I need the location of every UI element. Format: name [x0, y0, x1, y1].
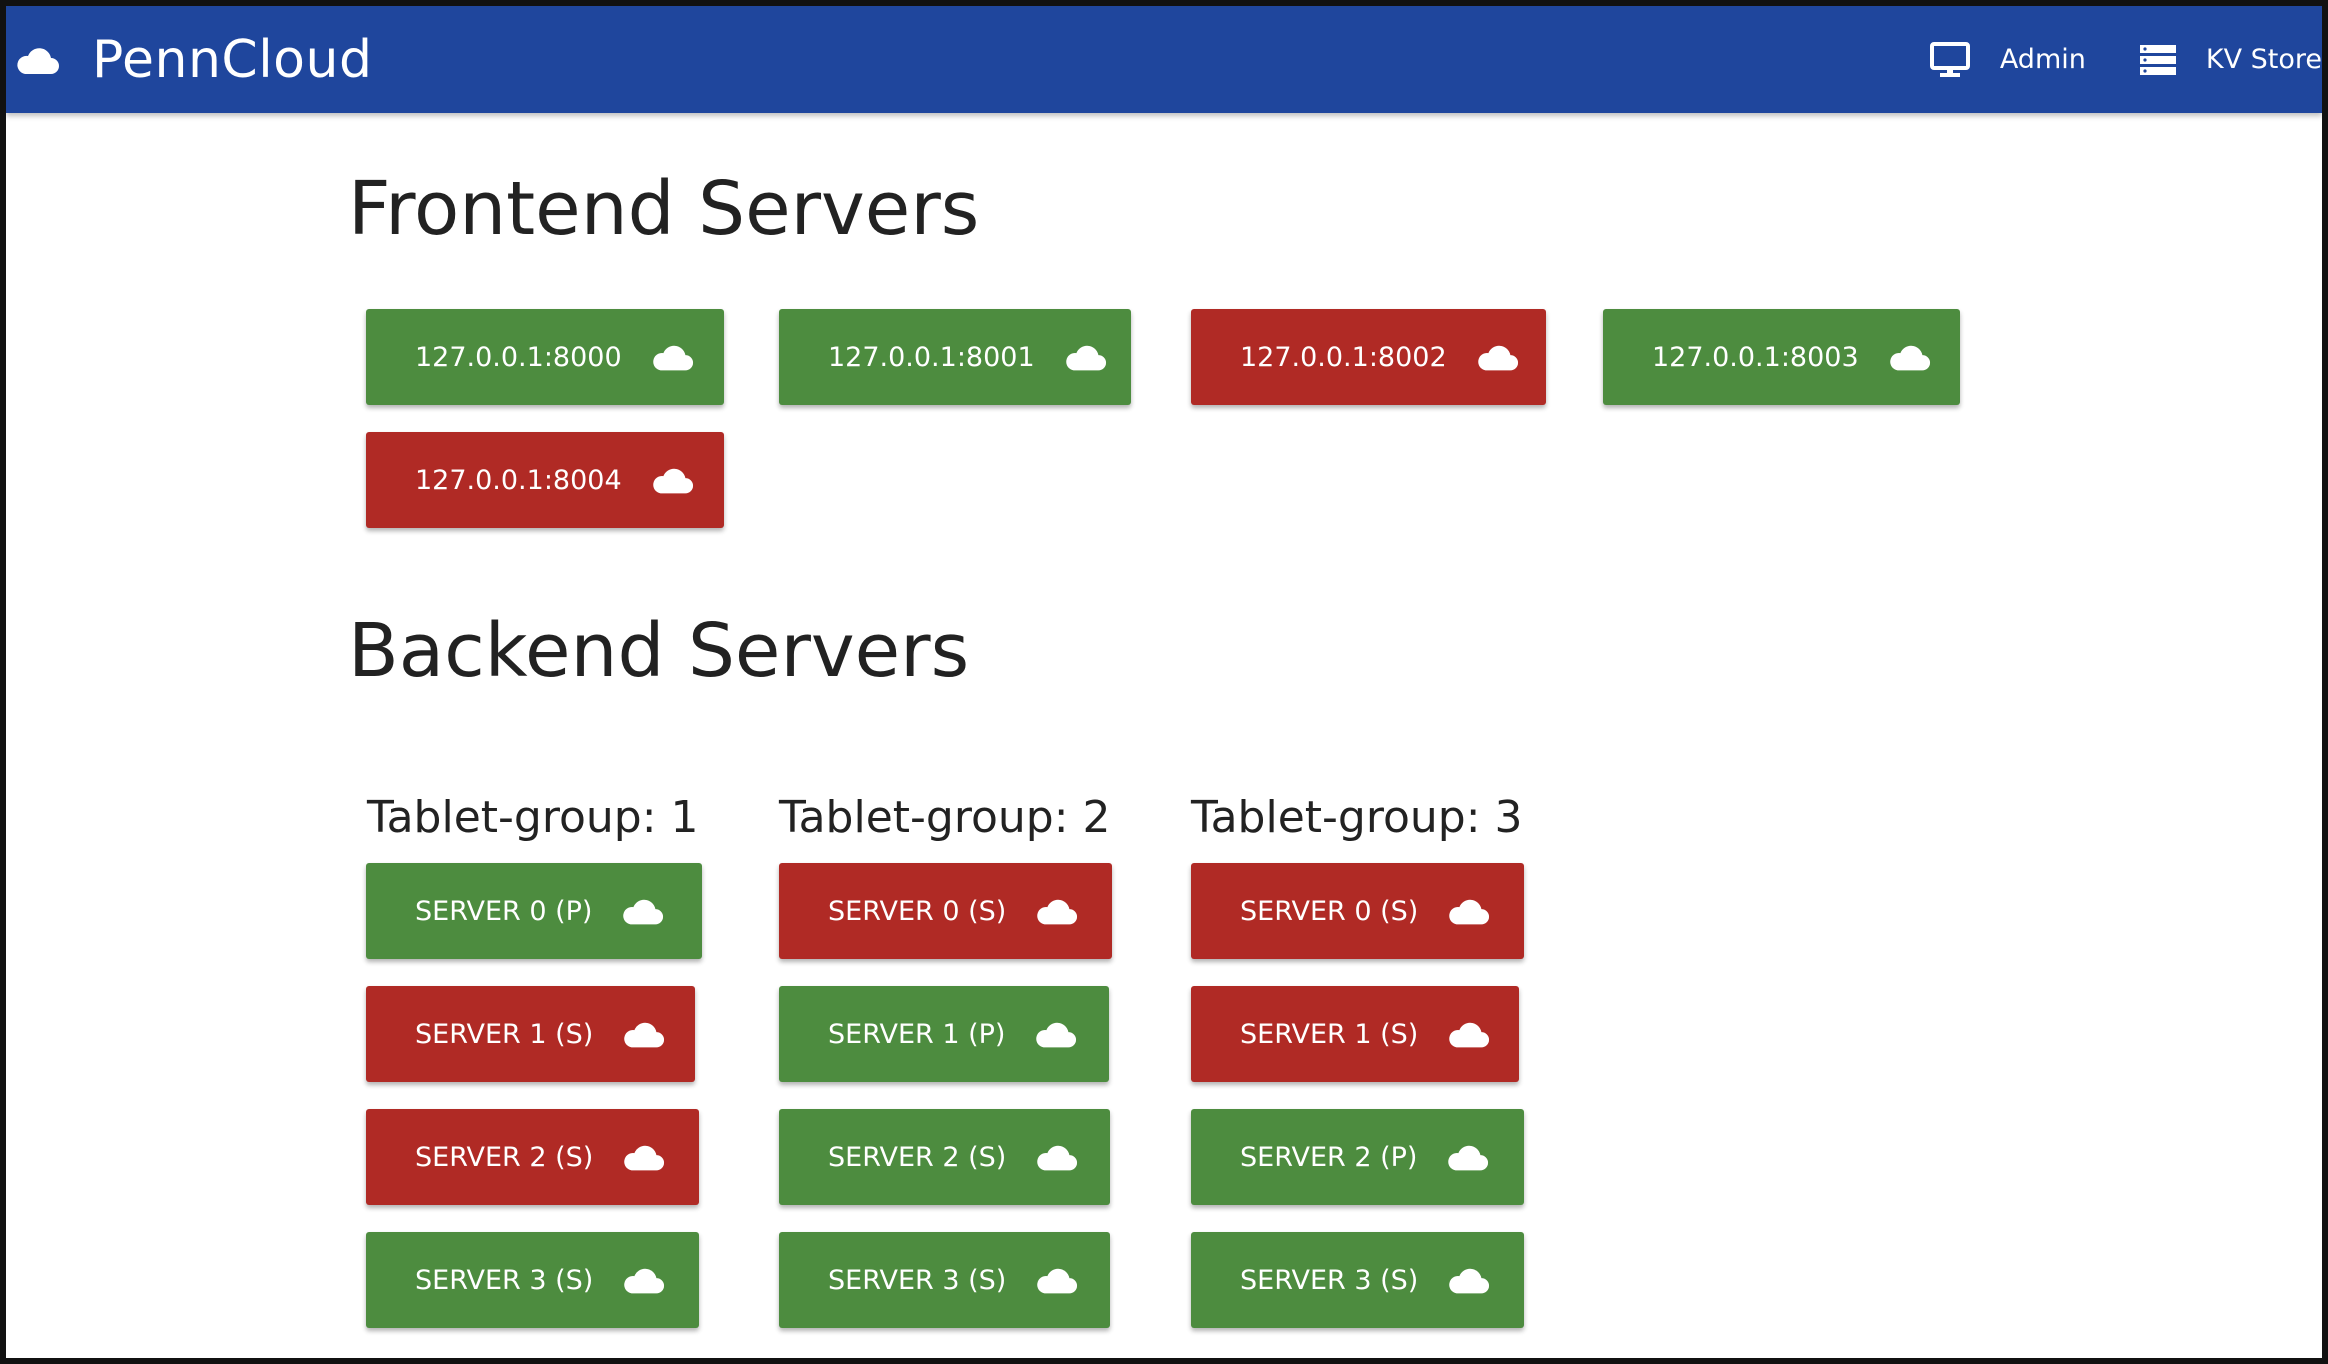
- cloud-icon: [1477, 345, 1518, 371]
- cloud-icon: [1449, 899, 1490, 925]
- cloud-icon: [624, 1268, 665, 1294]
- server-label: SERVER 0 (S): [828, 895, 1007, 927]
- backend-server-button[interactable]: SERVER 0 (S): [779, 863, 1112, 959]
- frontend-server-button[interactable]: 127.0.0.1:8003: [1603, 309, 1960, 405]
- frontend-server-button[interactable]: 127.0.0.1:8000: [366, 309, 724, 405]
- backend-server-button[interactable]: SERVER 3 (S): [1191, 1232, 1524, 1328]
- cloud-icon: [652, 468, 693, 494]
- tablet-group-title: Tablet-group: 2: [779, 792, 1111, 843]
- backend-server-button[interactable]: SERVER 0 (P): [366, 863, 702, 959]
- backend-server-button[interactable]: SERVER 3 (S): [366, 1232, 699, 1328]
- nav-links: Admin KV Store: [1876, 6, 2322, 113]
- nav-kvstore-label: KV Store: [2205, 44, 2322, 75]
- server-label: SERVER 3 (S): [828, 1264, 1007, 1296]
- cloud-icon: [1449, 1022, 1490, 1048]
- cloud-icon: [1065, 345, 1106, 371]
- server-label: 127.0.0.1:8003: [1652, 341, 1859, 373]
- cloud-icon: [1037, 1145, 1078, 1171]
- brand-name: PennCloud: [92, 29, 373, 90]
- server-label: SERVER 3 (S): [415, 1264, 594, 1296]
- cloud-icon: [1449, 1268, 1490, 1294]
- cloud-icon: [1036, 1022, 1077, 1048]
- cloud-icon: [624, 1022, 665, 1048]
- backend-servers-title: Backend Servers: [348, 608, 970, 694]
- tablet-group-title: Tablet-group: 3: [1191, 792, 1523, 843]
- cloud-icon: [624, 1145, 665, 1171]
- backend-server-button[interactable]: SERVER 2 (S): [779, 1109, 1110, 1205]
- navbar: PennCloud Admin KV Store: [6, 6, 2322, 113]
- frontend-server-button[interactable]: 127.0.0.1:8001: [779, 309, 1131, 405]
- backend-server-button[interactable]: SERVER 2 (S): [366, 1109, 699, 1205]
- backend-server-button[interactable]: SERVER 1 (S): [1191, 986, 1519, 1082]
- frontend-servers-title: Frontend Servers: [348, 166, 980, 252]
- server-label: 127.0.0.1:8000: [415, 341, 622, 373]
- server-label: SERVER 1 (P): [828, 1018, 1006, 1050]
- server-label: 127.0.0.1:8004: [415, 464, 622, 496]
- server-label: SERVER 3 (S): [1240, 1264, 1419, 1296]
- frontend-server-button[interactable]: 127.0.0.1:8002: [1191, 309, 1546, 405]
- cloud-icon: [652, 345, 693, 371]
- server-label: 127.0.0.1:8001: [828, 341, 1035, 373]
- backend-server-button[interactable]: SERVER 1 (P): [779, 986, 1109, 1082]
- backend-server-button[interactable]: SERVER 2 (P): [1191, 1109, 1524, 1205]
- cloud-icon: [1448, 1145, 1489, 1171]
- server-icon: [2139, 44, 2176, 75]
- nav-admin-label: Admin: [1999, 44, 2086, 75]
- frontend-server-button[interactable]: 127.0.0.1:8004: [366, 432, 724, 528]
- app-frame: PennCloud Admin KV Store Frontend Server…: [6, 6, 2322, 1358]
- cloud-icon: [1037, 1268, 1078, 1294]
- nav-admin-link[interactable]: Admin: [1929, 41, 2086, 78]
- cloud-icon: [623, 899, 664, 925]
- backend-server-button[interactable]: SERVER 1 (S): [366, 986, 695, 1082]
- backend-server-button[interactable]: SERVER 3 (S): [779, 1232, 1110, 1328]
- server-label: SERVER 1 (S): [415, 1018, 594, 1050]
- cloud-icon: [1037, 899, 1078, 925]
- server-label: SERVER 2 (S): [415, 1141, 594, 1173]
- backend-server-button[interactable]: SERVER 0 (S): [1191, 863, 1524, 959]
- tablet-group-title: Tablet-group: 1: [367, 792, 699, 843]
- cloud-icon: [17, 47, 60, 74]
- nav-kvstore-link[interactable]: KV Store: [2139, 44, 2322, 75]
- server-label: SERVER 2 (P): [1240, 1141, 1418, 1173]
- server-label: SERVER 0 (P): [415, 895, 593, 927]
- cloud-icon: [1889, 345, 1930, 371]
- server-label: SERVER 2 (S): [828, 1141, 1007, 1173]
- server-label: SERVER 1 (S): [1240, 1018, 1419, 1050]
- server-label: SERVER 0 (S): [1240, 895, 1419, 927]
- brand[interactable]: PennCloud: [14, 6, 372, 113]
- server-label: 127.0.0.1:8002: [1240, 341, 1447, 373]
- monitor-icon: [1929, 41, 1970, 77]
